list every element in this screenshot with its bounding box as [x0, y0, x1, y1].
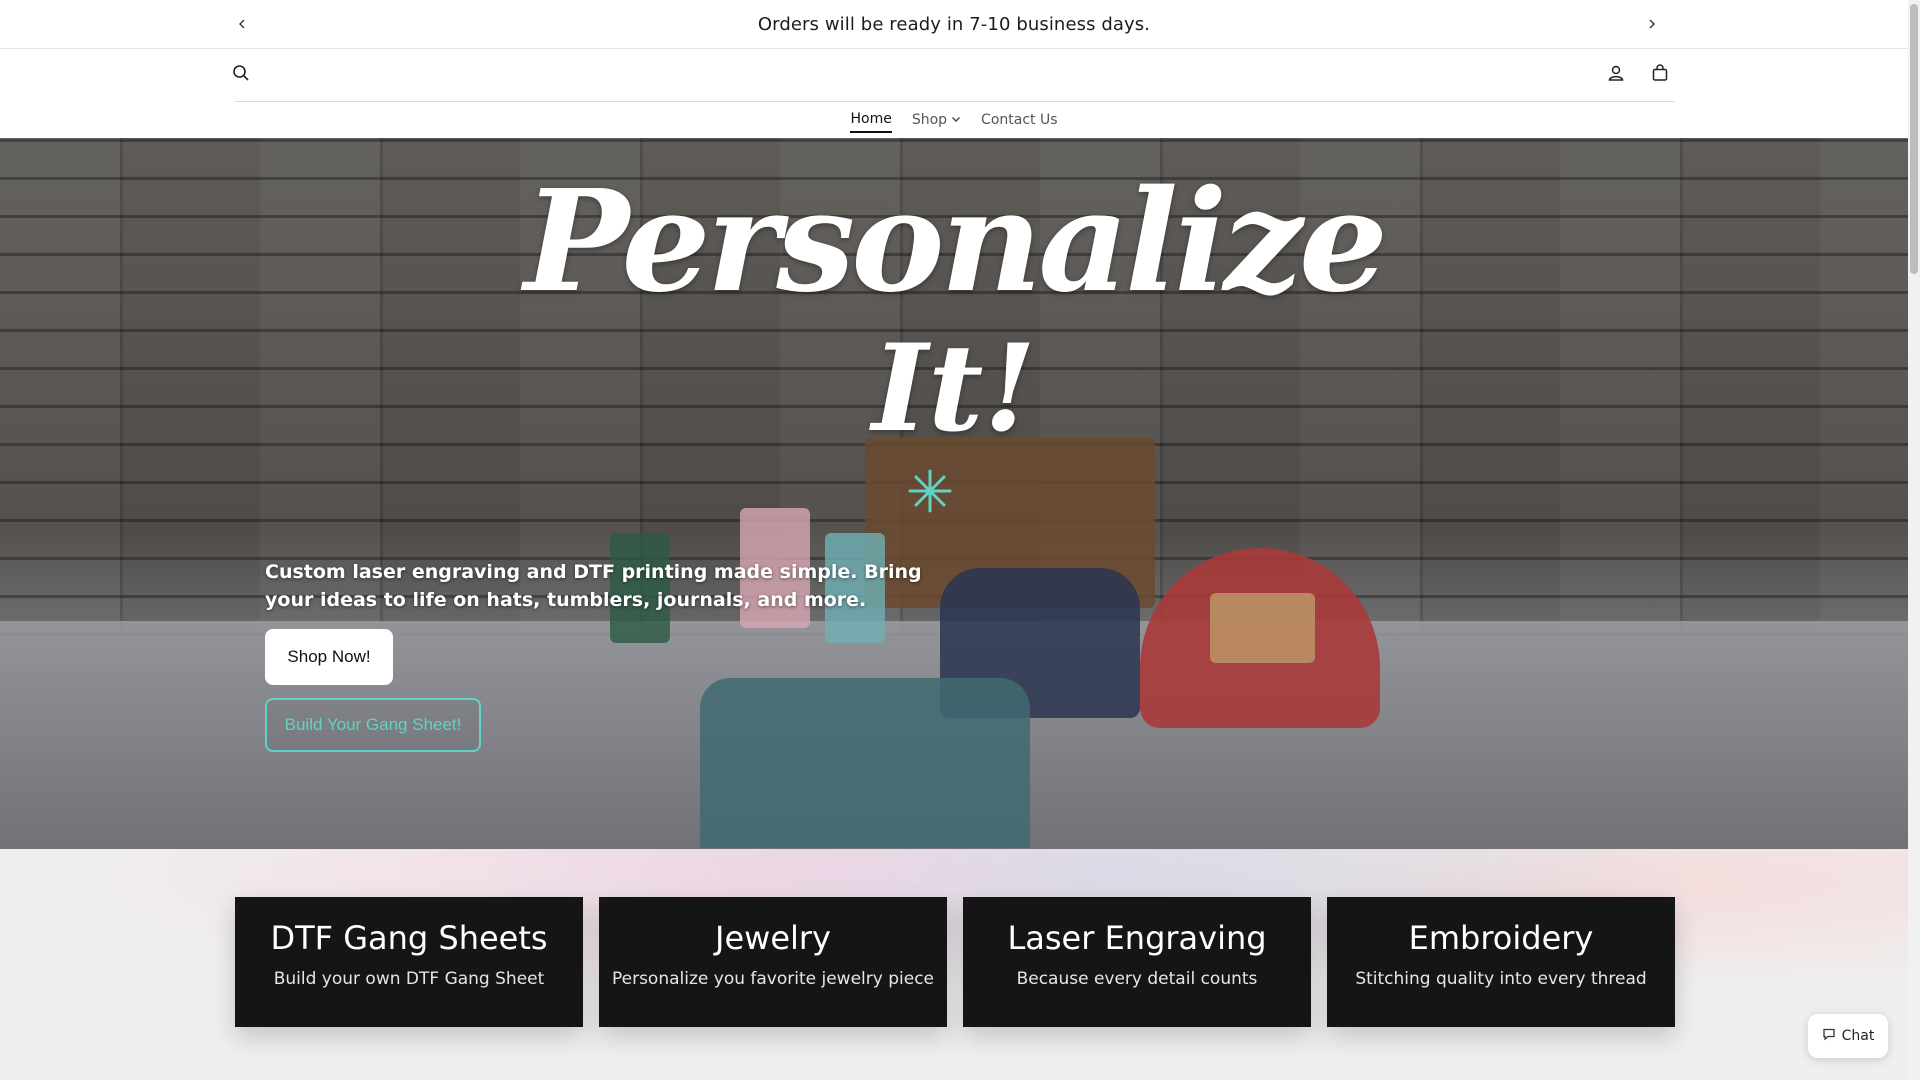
chat-button[interactable]: Chat [1808, 1014, 1888, 1058]
collection-subtitle: Stitching quality into every thread [1355, 969, 1647, 989]
user-icon [1607, 64, 1625, 86]
collection-card-dtf-gang-sheets[interactable]: DTF Gang Sheets Build your own DTF Gang … [235, 897, 583, 1027]
build-gang-sheet-button[interactable]: Build Your Gang Sheet! [265, 698, 481, 752]
nav-item-shop[interactable]: Shop [912, 108, 961, 132]
shop-now-button[interactable]: Shop Now! [265, 629, 393, 685]
chevron-down-icon [951, 112, 961, 128]
collection-card-jewelry[interactable]: Jewelry Personalize you favorite jewelry… [599, 897, 947, 1027]
nav-item-label: Shop [911, 112, 948, 128]
hero-description: Custom laser engraving and DTF printing … [265, 561, 922, 611]
teal-sweatshirt-image [700, 678, 1030, 848]
cap-leather-patch-image [1210, 593, 1315, 663]
collection-card-embroidery[interactable]: Embroidery Stitching quality into every … [1327, 897, 1675, 1027]
collection-title: Laser Engraving [1007, 919, 1267, 957]
hero-headline: Personalize [524, 160, 1388, 324]
collection-title: Jewelry [715, 919, 831, 957]
nav-item-home[interactable]: Home [850, 107, 892, 133]
main-nav: Home Shop Contact Us [0, 102, 1908, 138]
nav-item-label: Home [850, 111, 892, 127]
announcement-message: Orders will be ready in 7-10 business da… [757, 13, 1151, 35]
sparkle-icon [905, 466, 955, 520]
chevron-right-icon [1646, 15, 1658, 34]
page-scrollbar[interactable] [1908, 0, 1920, 1080]
chevron-left-icon [236, 15, 248, 34]
chat-label: Chat [1841, 1028, 1875, 1044]
shopping-bag-icon [1651, 64, 1669, 86]
cart-button[interactable] [1646, 61, 1674, 89]
collections-section: DTF Gang Sheets Build your own DTF Gang … [0, 849, 1908, 1080]
scrollbar-thumb[interactable] [1910, 4, 1918, 274]
hero-subheadline: It! [871, 318, 1037, 459]
collection-subtitle: Because every detail counts [1016, 969, 1258, 989]
announcement-prev-button[interactable] [230, 12, 254, 36]
nav-item-label: Contact Us [981, 112, 1058, 128]
hero-banner: Personalize It! Custom laser engraving a… [0, 138, 1908, 849]
collection-subtitle: Personalize you favorite jewelry piece [611, 969, 935, 989]
chat-bubble-icon [1822, 1027, 1836, 1045]
announcement-bar: Orders will be ready in 7-10 business da… [0, 0, 1908, 49]
search-icon [232, 64, 250, 86]
search-button[interactable] [227, 61, 255, 89]
announcement-next-button[interactable] [1640, 12, 1664, 36]
site-header [233, 49, 1675, 102]
collection-title: Embroidery [1408, 919, 1594, 957]
collection-title: DTF Gang Sheets [270, 919, 548, 957]
collection-subtitle: Build your own DTF Gang Sheet [273, 969, 545, 989]
account-button[interactable] [1602, 61, 1630, 89]
collection-card-laser-engraving[interactable]: Laser Engraving Because every detail cou… [963, 897, 1311, 1027]
nav-item-contact-us[interactable]: Contact Us [981, 108, 1057, 132]
